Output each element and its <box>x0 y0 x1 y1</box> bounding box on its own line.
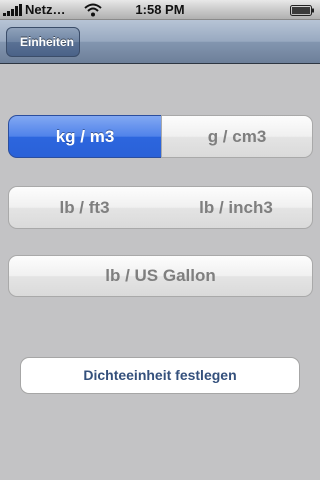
status-bar: Netz… 1:58 PM <box>0 0 320 20</box>
navigation-bar: Einheiten <box>0 20 320 64</box>
status-time: 1:58 PM <box>135 2 185 17</box>
back-button[interactable]: Einheiten <box>6 27 80 57</box>
back-button-label: Einheiten <box>20 35 75 49</box>
unit-option-lb-ft3[interactable]: lb / ft3 <box>8 186 161 229</box>
unit-option-g-cm3[interactable]: g / cm3 <box>161 115 313 158</box>
battery-icon <box>290 5 314 16</box>
unit-option-lb-us-gallon[interactable]: lb / US Gallon <box>8 255 313 297</box>
unit-option-lb-inch3[interactable]: lb / inch3 <box>160 186 313 229</box>
unit-option-kg-m3[interactable]: kg / m3 <box>8 115 161 158</box>
set-density-unit-button[interactable]: Dichteeinheit festlegen <box>20 357 300 394</box>
